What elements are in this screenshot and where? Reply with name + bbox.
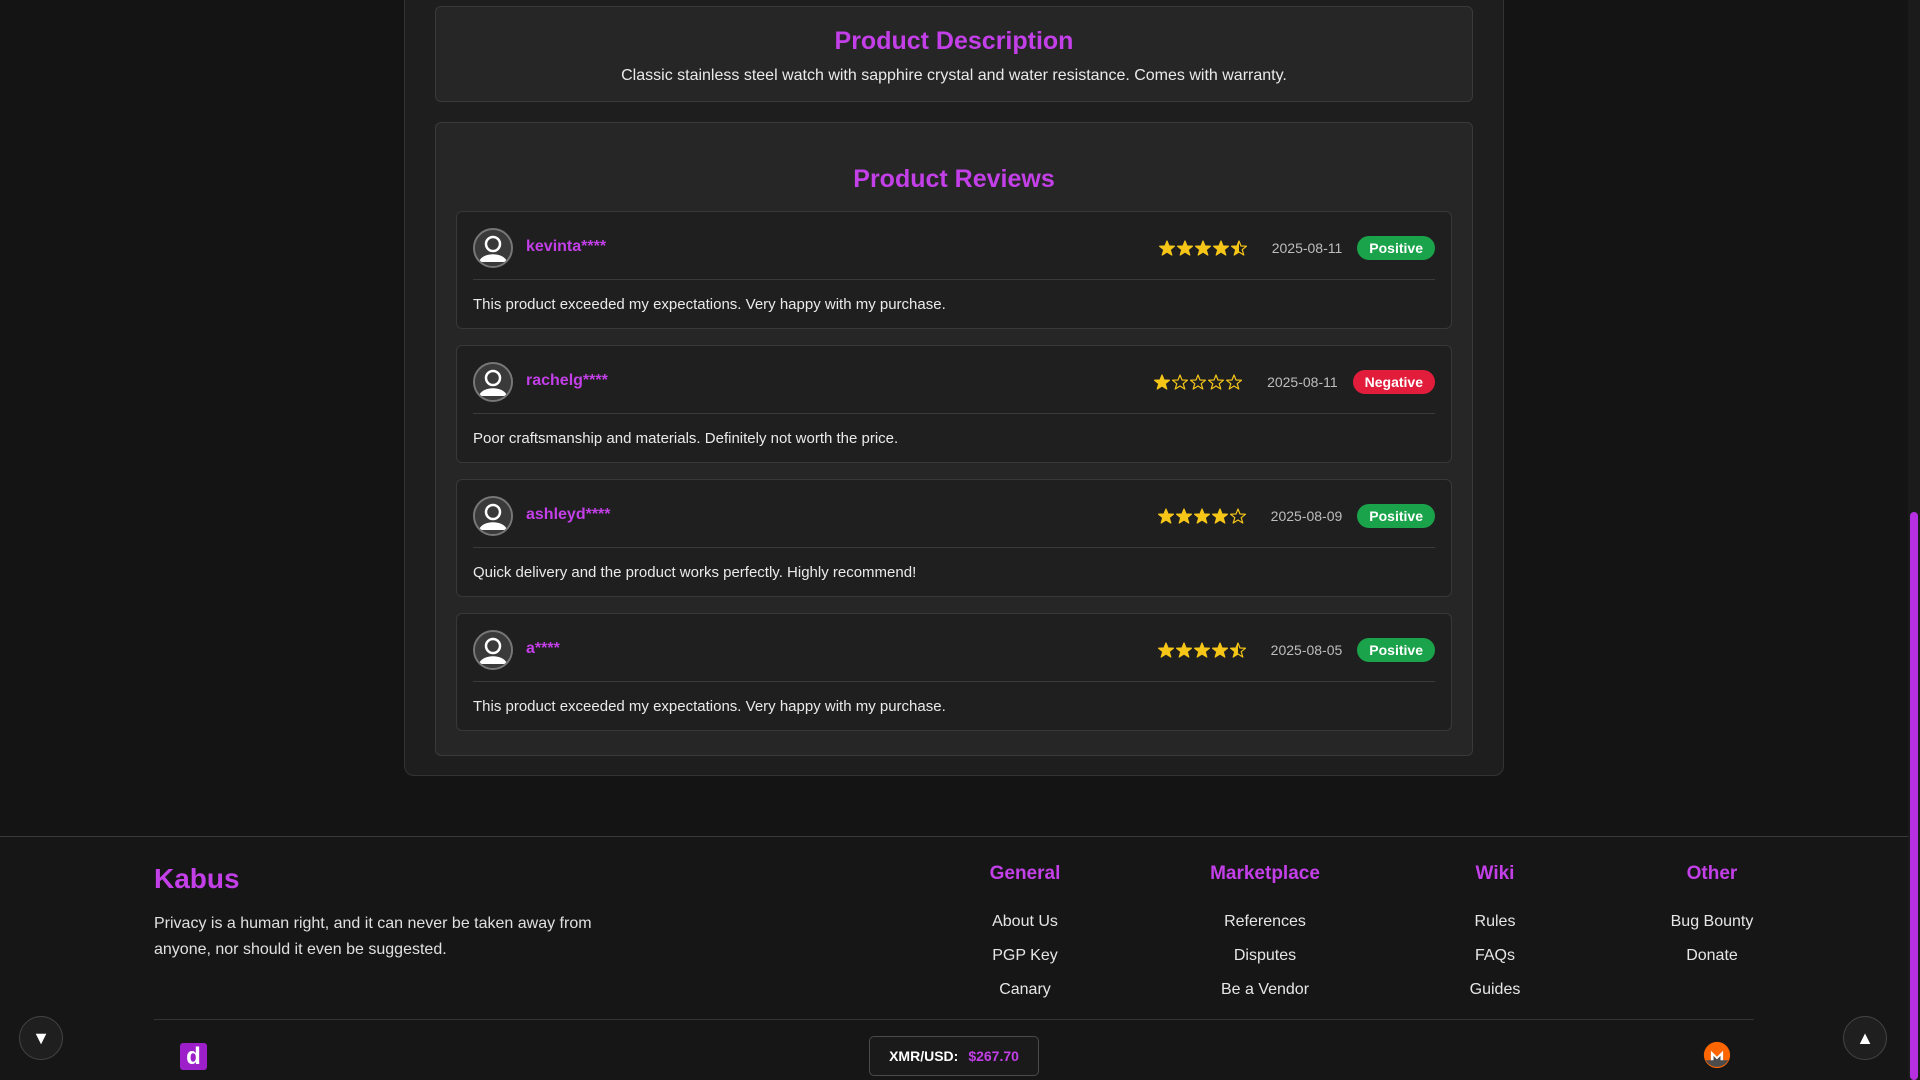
star-icon (1190, 374, 1207, 390)
review-header: ashleyd**** 2025-08-09 Positive (473, 480, 1435, 548)
review-date: 2025-08-05 (1270, 642, 1343, 658)
star-icon (1212, 240, 1229, 256)
scroll-up-button[interactable]: ▲ (1843, 1016, 1887, 1060)
review-date: 2025-08-11 (1271, 240, 1343, 256)
star-icon (1193, 508, 1210, 524)
reviewer-name: ashleyd**** (526, 506, 611, 523)
review-item: ashleyd**** 2025-08-09 Positive Quick deliv… (456, 479, 1452, 597)
star-rating (1157, 508, 1246, 524)
footer-column-title: Wiki (1475, 863, 1515, 884)
review-text: Poor craftsmanship and materials. Defini… (473, 430, 899, 447)
product-description-title: Product Description (834, 27, 1074, 55)
star-icon (1172, 374, 1189, 390)
xmr-rate-value: $267.70 (968, 1048, 1019, 1064)
footer-column-marketplace: Marketplace References Disputes Be a Vendor (1165, 863, 1365, 1007)
user-icon (473, 362, 513, 402)
footer-column-general: General About Us PGP Key Canary (925, 863, 1125, 1007)
star-rating (1158, 240, 1247, 256)
review-text: This product exceeded my expectations. V… (473, 698, 946, 715)
review-item: kevinta**** 2025-08-11 Positive This produc… (456, 211, 1452, 329)
review-header: kevinta**** 2025-08-11 Positive (473, 212, 1435, 280)
site-logo[interactable]: d (180, 1043, 207, 1070)
review-header: a**** 2025-08-05 Positive (473, 614, 1435, 682)
footer-link[interactable]: Bug Bounty (1612, 905, 1812, 939)
footer-divider (154, 1019, 1754, 1020)
footer-column-title: Marketplace (1210, 863, 1320, 884)
reviewer-name: kevinta**** (526, 238, 607, 255)
reviewer-name: rachelg**** (526, 372, 608, 389)
user-icon (473, 228, 513, 268)
scroll-down-button[interactable]: ▼ (19, 1016, 63, 1060)
user-icon (473, 496, 513, 536)
footer-link[interactable]: Canary (925, 973, 1125, 1007)
star-icon (1157, 508, 1174, 524)
star-icon (1226, 374, 1243, 390)
review-text: This product exceeded my expectations. V… (473, 296, 946, 313)
star-icon (1175, 508, 1192, 524)
review-item: a**** 2025-08-05 Positive This product exce… (456, 613, 1452, 731)
star-icon (1211, 642, 1228, 658)
footer-link[interactable]: Guides (1395, 973, 1595, 1007)
star-icon (1175, 642, 1192, 658)
footer-column-wiki: Wiki Rules FAQs Guides (1395, 863, 1595, 1007)
star-rating (1157, 642, 1246, 658)
star-icon (1230, 240, 1247, 256)
star-icon (1194, 240, 1211, 256)
review-header: rachelg**** 2025-08-11 Negative (473, 346, 1435, 414)
star-icon (1193, 642, 1210, 658)
product-description-card: Product Description Classic stainless st… (435, 6, 1473, 102)
footer-link[interactable]: PGP Key (925, 939, 1125, 973)
page-scrollbar[interactable] (1908, 0, 1920, 1080)
star-rating (1154, 374, 1243, 390)
star-icon (1229, 642, 1246, 658)
footer-column-other: Other Bug Bounty Donate (1612, 863, 1812, 973)
sentiment-badge: Positive (1357, 638, 1435, 662)
user-icon (473, 630, 513, 670)
footer-link[interactable]: Be a Vendor (1165, 973, 1365, 1007)
star-icon (1158, 240, 1175, 256)
sentiment-badge: Positive (1357, 236, 1435, 260)
xmr-rate-box: XMR/USD: $267.70 (869, 1036, 1039, 1076)
footer-column-title: General (989, 863, 1061, 884)
star-icon (1157, 642, 1174, 658)
footer-column-title: Other (1686, 863, 1738, 884)
scrollbar-thumb[interactable] (1910, 512, 1918, 1080)
review-date: 2025-08-09 (1270, 508, 1343, 524)
triangle-up-icon: ▲ (1856, 1027, 1874, 1048)
product-reviews-title: Product Reviews (853, 165, 1055, 193)
review-date: 2025-08-11 (1267, 374, 1338, 390)
reviewer-name: a**** (526, 640, 560, 657)
footer-brand[interactable]: Kabus (154, 863, 240, 895)
product-description-text: Classic stainless steel watch with sapph… (621, 67, 1287, 84)
star-icon (1208, 374, 1225, 390)
footer-tagline: Privacy is a human right, and it can nev… (154, 915, 592, 958)
xmr-rate-label: XMR/USD: (889, 1048, 959, 1064)
triangle-down-icon: ▼ (32, 1027, 50, 1048)
sentiment-badge: Positive (1357, 504, 1435, 528)
footer-link[interactable]: Rules (1395, 905, 1595, 939)
review-item: rachelg**** 2025-08-11 Negative Poor crafts… (456, 345, 1452, 463)
review-text: Quick delivery and the product works per… (473, 564, 917, 581)
footer-link[interactable]: References (1165, 905, 1365, 939)
star-icon (1229, 508, 1246, 524)
footer-link[interactable]: Disputes (1165, 939, 1365, 973)
sentiment-badge: Negative (1352, 370, 1435, 394)
footer-link[interactable]: About Us (925, 905, 1125, 939)
star-icon (1154, 374, 1171, 390)
monero-icon (1703, 1041, 1731, 1069)
product-reviews-card: Product Reviews kevinta**** 2025-08-11 Pos… (435, 122, 1473, 756)
footer-link[interactable]: Donate (1612, 939, 1812, 973)
footer-link[interactable]: FAQs (1395, 939, 1595, 973)
star-icon (1176, 240, 1193, 256)
star-icon (1211, 508, 1228, 524)
footer: Kabus Privacy is a human right, and it c… (0, 836, 1908, 1080)
